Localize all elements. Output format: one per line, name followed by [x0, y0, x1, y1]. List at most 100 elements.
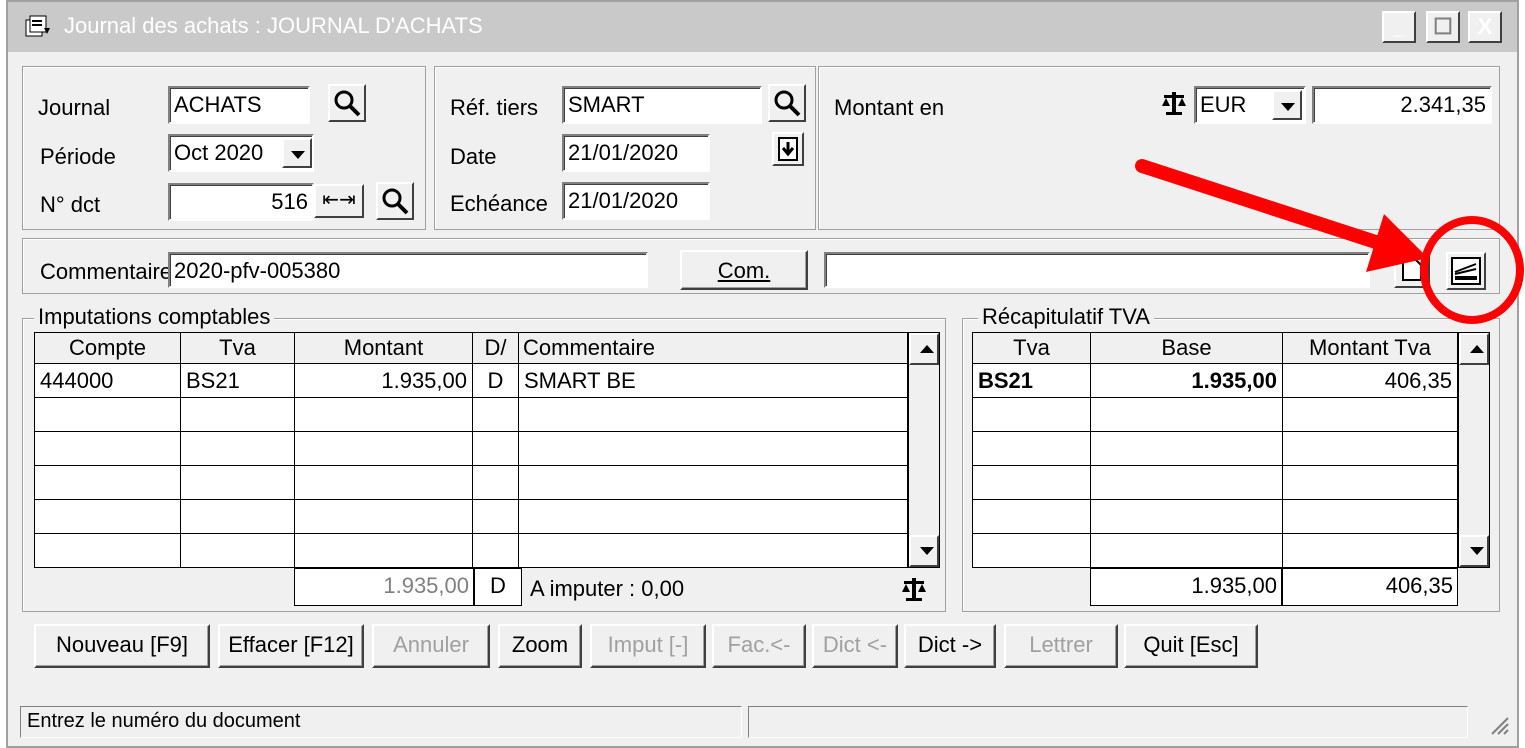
comment-extra-field[interactable] [824, 252, 1370, 288]
cell-tva[interactable] [180, 397, 295, 432]
cell-montant[interactable] [294, 499, 473, 534]
cell-montant[interactable] [294, 397, 473, 432]
minimize-button[interactable]: _ [1382, 11, 1416, 43]
scan-button[interactable] [1446, 252, 1486, 290]
table-row[interactable] [34, 397, 908, 432]
zoom-button[interactable]: Zoom [498, 624, 582, 668]
title-bar[interactable]: Journal des achats : JOURNAL D'ACHATS _ … [8, 2, 1517, 52]
ndct-search-button[interactable] [376, 182, 414, 220]
commentaire-field[interactable]: 2020-pfv-005380 [168, 252, 648, 288]
table-row[interactable]: 444000 BS21 1.935,00 D SMART BE [34, 363, 908, 398]
cell-tva[interactable] [180, 499, 295, 534]
column-header-montant[interactable]: Montant [294, 332, 473, 364]
dict-prev-button[interactable]: Dict <- [812, 624, 898, 668]
cell-tva[interactable] [180, 431, 295, 466]
ref-tiers-field[interactable]: SMART [562, 86, 762, 124]
imputations-scrollbar[interactable] [908, 332, 940, 568]
column-header-tva[interactable]: Tva [180, 332, 295, 364]
cell-base[interactable] [1090, 465, 1283, 500]
periode-dropdown-arrow[interactable] [282, 138, 312, 168]
table-row[interactable] [972, 465, 1458, 500]
table-row[interactable] [34, 533, 908, 568]
annuler-button[interactable]: Annuler [372, 624, 490, 668]
cell-tva[interactable] [972, 431, 1091, 466]
cell-dc[interactable] [472, 465, 519, 500]
cell-compte[interactable] [34, 431, 181, 466]
scroll-down-button[interactable] [1459, 535, 1489, 567]
cell-tva[interactable] [972, 499, 1091, 534]
cell-dc[interactable] [472, 533, 519, 568]
cell-commentaire[interactable]: SMART BE [518, 363, 908, 398]
cell-tva[interactable]: BS21 [180, 363, 295, 398]
cell-montant[interactable] [294, 465, 473, 500]
cell-compte[interactable]: 444000 [34, 363, 181, 398]
cell-base[interactable] [1090, 431, 1283, 466]
cell-base[interactable] [1090, 533, 1283, 568]
scroll-up-button[interactable] [909, 333, 939, 365]
currency-dropdown-arrow[interactable] [1272, 90, 1302, 120]
cell-commentaire[interactable] [518, 397, 908, 432]
fac-prev-button[interactable]: Fac.<- [712, 624, 806, 668]
journal-field[interactable]: ACHATS [168, 86, 310, 124]
resize-grip-icon[interactable] [1486, 712, 1510, 736]
cell-tva[interactable] [972, 533, 1091, 568]
ndct-field[interactable]: 516 [168, 183, 314, 221]
date-copy-button[interactable] [772, 132, 804, 166]
cell-montant-tva[interactable] [1282, 397, 1458, 432]
cell-montant-tva[interactable] [1282, 431, 1458, 466]
cell-base[interactable] [1090, 499, 1283, 534]
table-row[interactable] [972, 499, 1458, 534]
cell-montant[interactable]: 1.935,00 [294, 363, 473, 398]
cell-compte[interactable] [34, 465, 181, 500]
montant-field[interactable]: 2.341,35 [1312, 86, 1492, 124]
cell-tva[interactable] [972, 465, 1091, 500]
table-row[interactable] [34, 499, 908, 534]
tva-scrollbar[interactable] [1458, 332, 1490, 568]
cell-dc[interactable]: D [472, 363, 519, 398]
cell-compte[interactable] [34, 499, 181, 534]
cell-tva[interactable] [180, 533, 295, 568]
close-button[interactable]: X [1468, 11, 1502, 43]
quit-button[interactable]: Quit [Esc] [1124, 624, 1258, 668]
com-button[interactable]: Com. [680, 250, 808, 290]
cell-tva[interactable]: BS21 [972, 363, 1091, 398]
column-header-compte[interactable]: Compte [34, 332, 181, 364]
table-row[interactable] [972, 397, 1458, 432]
cell-commentaire[interactable] [518, 465, 908, 500]
column-header-commentaire[interactable]: Commentaire [518, 332, 908, 364]
cell-base[interactable] [1090, 397, 1283, 432]
cell-commentaire[interactable] [518, 431, 908, 466]
cell-montant-tva[interactable] [1282, 499, 1458, 534]
cell-tva[interactable] [180, 465, 295, 500]
cell-dc[interactable] [472, 499, 519, 534]
column-header-tva[interactable]: Tva [972, 332, 1091, 364]
cell-montant-tva[interactable] [1282, 465, 1458, 500]
cell-compte[interactable] [34, 533, 181, 568]
tiers-search-button[interactable] [768, 84, 806, 122]
journal-search-button[interactable] [328, 84, 366, 122]
cell-tva[interactable] [972, 397, 1091, 432]
cell-commentaire[interactable] [518, 533, 908, 568]
table-row[interactable]: BS21 1.935,00 406,35 [972, 363, 1458, 398]
echeance-field[interactable]: 21/01/2020 [562, 182, 710, 220]
cell-dc[interactable] [472, 431, 519, 466]
cell-montant[interactable] [294, 533, 473, 568]
table-row[interactable] [34, 431, 908, 466]
cell-dc[interactable] [472, 397, 519, 432]
cell-montant[interactable] [294, 431, 473, 466]
column-header-base[interactable]: Base [1090, 332, 1283, 364]
dict-next-button[interactable]: Dict -> [904, 624, 996, 668]
date-field[interactable]: 21/01/2020 [562, 134, 710, 172]
maximize-button[interactable]: ☐ [1426, 11, 1460, 43]
column-header-dc[interactable]: D/ [472, 332, 519, 364]
cell-compte[interactable] [34, 397, 181, 432]
cell-commentaire[interactable] [518, 499, 908, 534]
table-row[interactable] [34, 465, 908, 500]
lettrer-button[interactable]: Lettrer [1004, 624, 1118, 668]
ndct-prev-next-button[interactable]: ⇤⇥ [314, 184, 364, 218]
scroll-down-button[interactable] [909, 535, 939, 567]
document-button[interactable] [1394, 252, 1430, 288]
cell-montant-tva[interactable]: 406,35 [1282, 363, 1458, 398]
table-row[interactable] [972, 533, 1458, 568]
column-header-montant-tva[interactable]: Montant Tva [1282, 332, 1458, 364]
